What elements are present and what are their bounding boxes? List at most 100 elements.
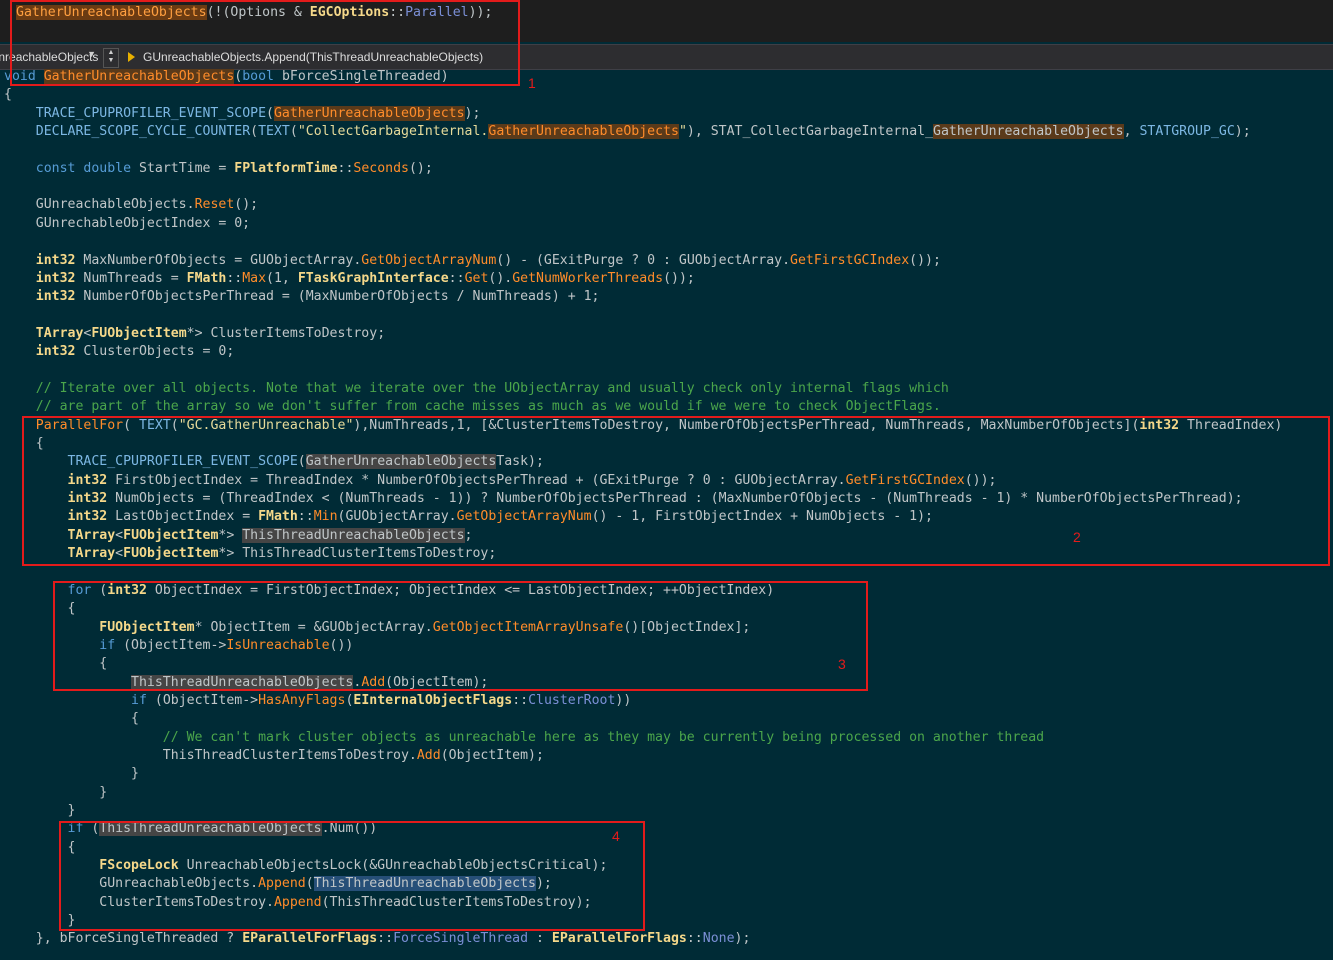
code-token: ( bbox=[250, 124, 259, 140]
code-token: (ObjectItem); bbox=[440, 747, 544, 763]
code-token: } bbox=[4, 766, 139, 782]
code-token: :: bbox=[686, 931, 703, 947]
code-line[interactable]: int32 MaxNumberOfObjects = GUObjectArray… bbox=[4, 252, 941, 270]
code-line[interactable]: const double StartTime = FPlatformTime::… bbox=[4, 160, 433, 178]
code-token: ( bbox=[289, 124, 298, 140]
code-token: } bbox=[4, 803, 76, 818]
code-line[interactable]: { bbox=[4, 86, 12, 104]
code-token: Add bbox=[416, 747, 441, 763]
code-token: (1, bbox=[266, 270, 298, 286]
annotation-label-3: 3 bbox=[838, 656, 846, 672]
code-token: STATGROUP_GC bbox=[1139, 124, 1235, 140]
code-token: ); bbox=[734, 931, 751, 947]
code-token: NumThreads = bbox=[75, 270, 187, 286]
code-token: EParallelForFlags bbox=[242, 931, 378, 947]
code-token: "CollectGarbageInternal. bbox=[297, 124, 489, 140]
code-token: (); bbox=[408, 160, 433, 176]
code-token: ClusterObjects = 0; bbox=[75, 344, 235, 360]
code-token: }, bForceSingleThreaded ? bbox=[4, 931, 243, 947]
code-token: Max bbox=[242, 270, 267, 286]
code-token: int32 bbox=[35, 270, 76, 286]
code-token: ( bbox=[266, 105, 274, 121]
code-token: double bbox=[83, 160, 132, 176]
code-line[interactable]: } bbox=[4, 802, 76, 820]
code-token: ()); bbox=[909, 252, 941, 268]
code-line[interactable]: // are part of the array so we don't suf… bbox=[4, 398, 941, 416]
annotation-label-4: 4 bbox=[612, 828, 620, 844]
code-token: DECLARE_SCOPE_CYCLE_COUNTER bbox=[35, 124, 251, 140]
code-line[interactable]: // We can't mark cluster objects as unre… bbox=[4, 729, 1044, 747]
code-token: TRACE_CPUPROFILER_EVENT_SCOPE bbox=[35, 105, 267, 121]
code-token: StartTime = bbox=[131, 160, 235, 176]
code-line[interactable]: } bbox=[4, 784, 107, 802]
code-token: ThisThreadClusterItemsToDestroy. bbox=[4, 747, 417, 763]
code-token: FUObjectItem bbox=[91, 325, 187, 341]
code-token: EParallelForFlags bbox=[551, 931, 687, 947]
code-line[interactable]: }, bForceSingleThreaded ? EParallelForFl… bbox=[4, 930, 751, 948]
code-token: (); bbox=[234, 197, 259, 213]
code-line[interactable]: DECLARE_SCOPE_CYCLE_COUNTER(TEXT("Collec… bbox=[4, 123, 1251, 141]
code-token: ForceSingleThread bbox=[393, 931, 529, 947]
code-line[interactable]: GUnrechableObjectIndex = 0; bbox=[4, 215, 250, 233]
code-line[interactable]: int32 ClusterObjects = 0; bbox=[4, 343, 235, 361]
code-token: // We can't mark cluster objects as unre… bbox=[4, 729, 1045, 745]
code-token: :: bbox=[337, 160, 354, 176]
code-token: : bbox=[528, 931, 552, 947]
code-line[interactable]: GUnreachableObjects.Reset(); bbox=[4, 196, 258, 214]
code-line[interactable]: TRACE_CPUPROFILER_EVENT_SCOPE(GatherUnre… bbox=[4, 105, 480, 123]
code-token: ), STAT_CollectGarbageInternal_ bbox=[686, 124, 934, 140]
code-token: ); bbox=[1234, 124, 1251, 140]
annotation-box-3 bbox=[53, 581, 868, 691]
code-token: :: bbox=[377, 931, 394, 947]
code-line[interactable]: } bbox=[4, 765, 139, 783]
code-token: (ObjectItem-> bbox=[146, 692, 259, 708]
code-token: TArray bbox=[35, 325, 84, 341]
code-token: ()); bbox=[663, 270, 695, 286]
annotation-box-4 bbox=[59, 821, 645, 931]
annotation-label-2: 2 bbox=[1073, 529, 1081, 545]
code-token: FTaskGraphInterface bbox=[297, 270, 449, 286]
code-token: GatherUnreachableObjects bbox=[488, 124, 679, 140]
code-token: int32 bbox=[35, 344, 76, 360]
code-token: GatherUnreachableObjects bbox=[273, 105, 465, 121]
code-token: HasAnyFlags bbox=[258, 692, 346, 708]
code-line[interactable]: if (ObjectItem->HasAnyFlags(EInternalObj… bbox=[4, 692, 631, 710]
annotation-box-2 bbox=[22, 416, 1330, 566]
code-token: FMath bbox=[186, 270, 227, 286]
code-line[interactable]: int32 NumberOfObjectsPerThread = (MaxNum… bbox=[4, 288, 600, 306]
code-token: GatherUnreachableObjects bbox=[933, 124, 1124, 140]
code-line[interactable]: TArray<FUObjectItem*> ClusterItemsToDest… bbox=[4, 325, 385, 343]
code-token: Get bbox=[464, 270, 489, 286]
code-token: () - (GExitPurge ? 0 : GUObjectArray. bbox=[496, 252, 791, 268]
code-line[interactable]: int32 NumThreads = FMath::Max(1, FTaskGr… bbox=[4, 270, 695, 288]
code-token: EInternalObjectFlags bbox=[353, 692, 513, 708]
code-line[interactable]: ThisThreadClusterItemsToDestroy.Add(Obje… bbox=[4, 747, 544, 765]
code-token: )) bbox=[615, 692, 632, 708]
code-token: GetFirstGCIndex bbox=[790, 252, 910, 268]
code-token: :: bbox=[226, 270, 243, 286]
code-token: int32 bbox=[35, 289, 76, 305]
code-token: // are part of the array so we don't suf… bbox=[4, 399, 941, 415]
code-token: GUnrechableObjectIndex = 0; bbox=[4, 215, 251, 231]
code-token: FPlatformTime bbox=[234, 160, 338, 176]
code-token: None bbox=[702, 931, 735, 947]
code-token: const bbox=[35, 160, 76, 176]
code-token: // Iterate over all objects. Note that w… bbox=[4, 380, 949, 396]
code-token: MaxNumberOfObjects = GUObjectArray. bbox=[75, 252, 362, 268]
annotation-label-1: 1 bbox=[528, 75, 536, 91]
code-token: TEXT bbox=[258, 124, 290, 140]
code-line[interactable]: // Iterate over all objects. Note that w… bbox=[4, 380, 949, 398]
code-line[interactable]: { bbox=[4, 710, 139, 728]
code-token: NumberOfObjectsPerThread = (MaxNumberOfO… bbox=[75, 289, 600, 305]
code-token: GUnreachableObjects. bbox=[4, 197, 195, 213]
code-token: *> ClusterItemsToDestroy; bbox=[186, 325, 386, 341]
